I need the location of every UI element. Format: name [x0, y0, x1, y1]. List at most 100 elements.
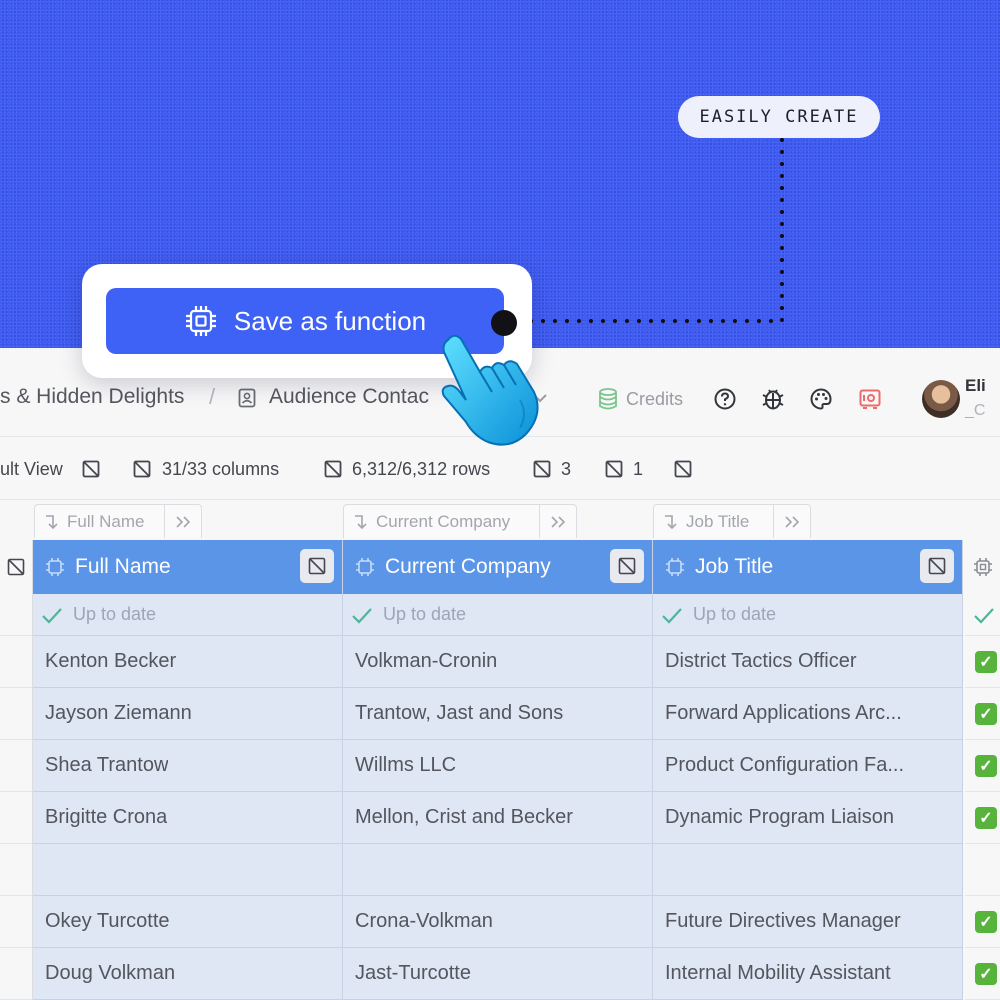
status-text: Up to date — [73, 604, 157, 624]
more-options-icon[interactable] — [674, 460, 692, 478]
table-cell[interactable]: Willms LLC — [343, 740, 652, 792]
source-tab-label: Full Name — [67, 511, 145, 531]
table-cell[interactable]: District Tactics Officer — [653, 636, 962, 688]
table-cell[interactable]: Future Directives Manager — [653, 896, 962, 948]
left-partial-column — [0, 540, 33, 1000]
table-cell[interactable]: Okey Turcotte — [33, 896, 342, 948]
column-header[interactable]: Full Name — [33, 540, 342, 594]
pointer-hand-icon — [441, 334, 539, 446]
user-subtitle: _C — [965, 402, 986, 419]
enter-arrow-icon — [46, 514, 58, 529]
cell-text: Crona-Volkman — [355, 910, 493, 932]
check-icon — [42, 607, 62, 624]
column-full-name: Full Name Up to date Kenton Becker Jayson Z… — [33, 540, 343, 1000]
table-cell[interactable]: Jast-Turcotte — [343, 948, 652, 1000]
checkbox-checked-icon[interactable]: ✓ — [975, 650, 997, 673]
filter-count[interactable]: 3 — [561, 459, 571, 480]
double-chevron-icon[interactable] — [174, 515, 192, 529]
cell-text: Shea Trantow — [45, 754, 169, 776]
cell-text: Mellon, Crist and Becker — [355, 806, 573, 828]
view-icon[interactable] — [82, 460, 100, 478]
checkbox-checked-icon[interactable]: ✓ — [975, 962, 997, 985]
cell-text: Doug Volkman — [45, 962, 176, 984]
check-icon — [662, 607, 682, 624]
function-chip-icon[interactable] — [973, 557, 993, 577]
contact-book-icon — [238, 388, 256, 408]
source-tab-job-title[interactable]: Job Title — [653, 504, 811, 538]
table-cell[interactable] — [653, 844, 962, 896]
status-text: Up to date — [383, 604, 467, 624]
status-check-column: ✓ ✓ ✓ ✓ ✓ ✓ — [965, 540, 1000, 1000]
cell-text: Product Configuration Fa... — [665, 754, 905, 776]
cell-text: District Tactics Officer — [665, 650, 857, 672]
rows-count[interactable]: 6,312/6,312 rows — [352, 459, 490, 480]
credits-label[interactable]: Credits — [626, 389, 683, 410]
cell-text: Jayson Ziemann — [45, 702, 192, 724]
source-tab-current-company[interactable]: Current Company — [343, 504, 577, 538]
data-grid: Full Name Current Company Job Title Full… — [0, 500, 1000, 1000]
view-selector[interactable]: ult View — [0, 459, 63, 480]
easily-create-pill: EASILY CREATE — [678, 96, 880, 138]
check-icon — [352, 607, 372, 624]
double-chevron-icon[interactable] — [783, 515, 801, 529]
vault-icon[interactable] — [858, 387, 882, 411]
table-cell[interactable]: Volkman-Cronin — [343, 636, 652, 688]
function-chip-icon — [356, 558, 374, 576]
table-cell[interactable]: Jayson Ziemann — [33, 688, 342, 740]
table-cell[interactable] — [33, 844, 342, 896]
checkbox-checked-icon[interactable]: ✓ — [975, 910, 997, 933]
column-options-button[interactable] — [300, 549, 334, 583]
source-tab-label: Job Title — [686, 511, 750, 531]
cell-text: Internal Mobility Assistant — [665, 962, 891, 984]
rows-icon[interactable] — [324, 460, 342, 478]
column-options-button[interactable] — [920, 549, 954, 583]
table-cell[interactable]: Brigitte Crona — [33, 792, 342, 844]
table-cell[interactable] — [343, 844, 652, 896]
table-cell[interactable]: Mellon, Crist and Becker — [343, 792, 652, 844]
column-status: Up to date — [343, 594, 652, 636]
cell-text: Dynamic Program Liaison — [665, 806, 894, 828]
table-cell[interactable]: Crona-Volkman — [343, 896, 652, 948]
source-tab-full-name[interactable]: Full Name — [34, 504, 202, 538]
table-cell[interactable]: Internal Mobility Assistant — [653, 948, 962, 1000]
palette-icon[interactable] — [809, 387, 833, 411]
breadcrumb-workspace[interactable]: s & Hidden Delights — [0, 385, 184, 409]
column-title: Current Company — [385, 555, 551, 578]
column-menu-icon — [618, 557, 636, 575]
table-cell[interactable]: Trantow, Jast and Sons — [343, 688, 652, 740]
cell-text: Jast-Turcotte — [355, 962, 471, 984]
column-header[interactable]: Job Title — [653, 540, 962, 594]
checkbox-checked-icon[interactable]: ✓ — [975, 754, 997, 777]
bug-icon[interactable] — [760, 387, 786, 411]
filter-icon[interactable] — [533, 460, 551, 478]
checkbox-checked-icon[interactable]: ✓ — [975, 806, 997, 829]
checkbox-checked-icon[interactable]: ✓ — [975, 702, 997, 725]
column-menu-icon — [308, 557, 326, 575]
sort-count[interactable]: 1 — [633, 459, 643, 480]
table-cell[interactable]: Forward Applications Arc... — [653, 688, 962, 740]
double-chevron-icon[interactable] — [549, 515, 567, 529]
source-tab-label: Current Company — [376, 511, 511, 531]
sort-icon[interactable] — [605, 460, 623, 478]
table-cell[interactable]: Shea Trantow — [33, 740, 342, 792]
columns-icon[interactable] — [133, 460, 151, 478]
table-cell[interactable]: Product Configuration Fa... — [653, 740, 962, 792]
columns-count[interactable]: 31/33 columns — [162, 459, 279, 480]
status-text: Up to date — [693, 604, 777, 624]
column-header[interactable]: Current Company — [343, 540, 652, 594]
table-cell[interactable]: Kenton Becker — [33, 636, 342, 688]
save-as-function-label: Save as function — [233, 305, 427, 336]
column-title: Job Title — [695, 555, 774, 578]
table-cell[interactable]: Doug Volkman — [33, 948, 342, 1000]
help-icon[interactable] — [713, 387, 737, 411]
column-status: Up to date — [653, 594, 962, 636]
table-cell[interactable]: Dynamic Program Liaison — [653, 792, 962, 844]
breadcrumb-table[interactable]: Audience Contac — [269, 385, 429, 409]
cell-text: Future Directives Manager — [665, 910, 901, 932]
cpu-chip-icon — [185, 306, 216, 336]
user-avatar[interactable] — [922, 380, 960, 418]
cell-text: Volkman-Cronin — [355, 650, 498, 672]
column-menu-icon[interactable] — [7, 558, 25, 576]
column-options-button[interactable] — [610, 549, 644, 583]
column-title: Full Name — [75, 555, 171, 578]
